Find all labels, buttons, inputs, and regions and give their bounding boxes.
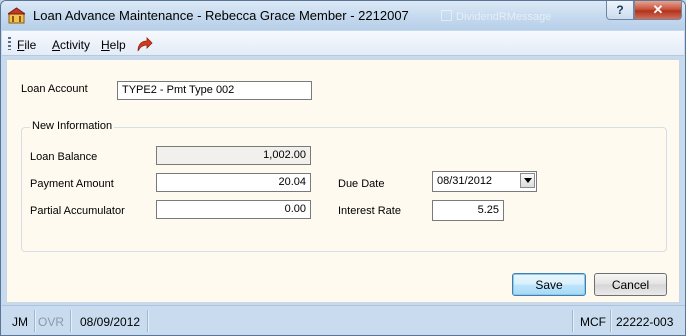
menu-help-accel: H xyxy=(101,38,110,52)
menu-activity-rest: ctivity xyxy=(60,38,91,52)
status-separator xyxy=(572,310,573,332)
group-title: New Information xyxy=(30,120,115,132)
menu-help-rest: elp xyxy=(109,38,126,52)
status-separator xyxy=(147,310,148,332)
app-window: Loan Advance Maintenance - Rebecca Grace… xyxy=(0,0,686,336)
loan-balance-field: 1,002.00 xyxy=(156,146,311,165)
menu-activity[interactable]: Activity xyxy=(52,38,90,52)
chevron-down-icon[interactable] xyxy=(520,173,535,188)
loan-account-label: Loan Account xyxy=(21,83,88,95)
menu-file-rest: ile xyxy=(24,38,37,52)
loan-balance-label: Loan Balance xyxy=(30,151,98,163)
window-title: Loan Advance Maintenance - Rebecca Grace… xyxy=(33,8,409,23)
due-date-value: 08/31/2012 xyxy=(437,175,493,187)
status-user: JM xyxy=(12,315,28,329)
status-date: 08/09/2012 xyxy=(80,315,141,329)
checkbox-icon xyxy=(441,10,452,21)
cancel-button[interactable]: Cancel xyxy=(594,273,667,296)
payment-amount-field[interactable]: 20.04 xyxy=(156,173,311,192)
help-button[interactable]: ? xyxy=(606,1,634,20)
help-glyph: ? xyxy=(616,3,624,17)
close-icon: ✕ xyxy=(652,2,664,17)
redo-arrow-icon[interactable] xyxy=(135,36,153,52)
due-date-select[interactable]: 08/31/2012 xyxy=(432,171,537,192)
menu-file[interactable]: File xyxy=(17,38,36,52)
form-panel: Loan Account TYPE2 - Pmt Type 002 New In… xyxy=(6,59,680,303)
status-separator xyxy=(610,310,611,332)
menu-activity-accel: A xyxy=(52,38,61,52)
close-button[interactable]: ✕ xyxy=(634,1,682,20)
title-bar[interactable]: Loan Advance Maintenance - Rebecca Grace… xyxy=(1,1,685,30)
due-date-label: Due Date xyxy=(338,178,385,190)
status-code: 22222-003 xyxy=(616,315,674,329)
partial-accumulator-field[interactable]: 0.00 xyxy=(156,200,311,219)
loan-account-field[interactable]: TYPE2 - Pmt Type 002 xyxy=(117,81,312,100)
dropdown-caret xyxy=(523,178,532,183)
background-window-ghost: DividendRMessage xyxy=(441,10,591,24)
interest-rate-label: Interest Rate xyxy=(338,205,401,217)
toolbar-grip-icon[interactable] xyxy=(8,37,11,50)
status-bar: JM OVR 08/09/2012 MCF 22222-003 xyxy=(2,305,685,335)
status-ovr: OVR xyxy=(38,315,65,329)
app-icon xyxy=(8,7,25,24)
menu-help[interactable]: Help xyxy=(101,38,126,52)
partial-accumulator-label: Partial Accumulator xyxy=(30,205,125,217)
payment-amount-label: Payment Amount xyxy=(30,178,114,190)
interest-rate-field[interactable]: 5.25 xyxy=(432,200,504,221)
status-separator xyxy=(34,310,35,332)
save-button[interactable]: Save xyxy=(512,273,586,296)
status-mcf: MCF xyxy=(580,315,606,329)
status-separator xyxy=(70,310,71,332)
menu-bar: File Activity Help xyxy=(2,31,684,56)
ghost-text: DividendRMessage xyxy=(456,11,552,23)
